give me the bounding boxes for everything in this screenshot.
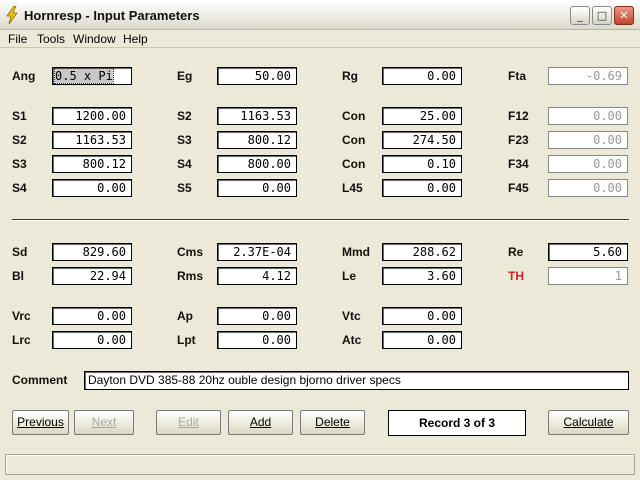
section-divider <box>12 219 629 221</box>
lpt-field[interactable]: 0.00 <box>217 331 297 349</box>
con1-field[interactable]: 25.00 <box>382 107 462 125</box>
s2b-label: S2 <box>12 133 27 147</box>
menu-help[interactable]: Help <box>123 32 148 46</box>
cms-label: Cms <box>177 245 204 259</box>
fta-field: -0.69 <box>548 67 628 85</box>
l45-field[interactable]: 0.00 <box>382 179 462 197</box>
s1-field[interactable]: 1200.00 <box>52 107 132 125</box>
f34-field: 0.00 <box>548 155 628 173</box>
con2-label: Con <box>342 133 366 147</box>
s4-field[interactable]: 800.00 <box>217 155 297 173</box>
rms-label: Rms <box>177 269 204 283</box>
s4b-field[interactable]: 0.00 <box>52 179 132 197</box>
th-label[interactable]: TH <box>508 269 524 283</box>
s3b-label: S3 <box>12 157 27 171</box>
le-field[interactable]: 3.60 <box>382 267 462 285</box>
comment-label: Comment <box>12 373 68 387</box>
add-button[interactable]: Add <box>228 410 293 435</box>
ap-field[interactable]: 0.00 <box>217 307 297 325</box>
s2-field[interactable]: 1163.53 <box>217 107 297 125</box>
sd-label: Sd <box>12 245 28 259</box>
menu-file[interactable]: File <box>8 32 27 46</box>
record-indicator: Record 3 of 3 <box>388 410 526 436</box>
bl-label: Bl <box>12 269 24 283</box>
rg-field[interactable]: 0.00 <box>382 67 462 85</box>
f45-label: F45 <box>508 181 529 195</box>
edit-button[interactable]: Edit <box>156 410 221 435</box>
cms-field[interactable]: 2.37E-04 <box>217 243 297 261</box>
vrc-field[interactable]: 0.00 <box>52 307 132 325</box>
vtc-field[interactable]: 0.00 <box>382 307 462 325</box>
rms-field[interactable]: 4.12 <box>217 267 297 285</box>
s2-label: S2 <box>177 109 192 123</box>
ang-value: 0.5 x Pi <box>54 68 114 84</box>
delete-button[interactable]: Delete <box>300 410 365 435</box>
s3-field[interactable]: 800.12 <box>217 131 297 149</box>
f23-field: 0.00 <box>548 131 628 149</box>
con3-field[interactable]: 0.10 <box>382 155 462 173</box>
lrc-field[interactable]: 0.00 <box>52 331 132 349</box>
s3-label: S3 <box>177 133 192 147</box>
f45-field: 0.00 <box>548 179 628 197</box>
close-button[interactable]: ✕ <box>614 6 634 25</box>
ap-label: Ap <box>177 309 193 323</box>
th-field: 1 <box>548 267 628 285</box>
previous-button[interactable]: Previous <box>12 410 69 435</box>
con1-label: Con <box>342 109 366 123</box>
con3-label: Con <box>342 157 366 171</box>
con2-field[interactable]: 274.50 <box>382 131 462 149</box>
re-label: Re <box>508 245 524 259</box>
f23-label: F23 <box>508 133 529 147</box>
s5-field[interactable]: 0.00 <box>217 179 297 197</box>
next-button[interactable]: Next <box>74 410 134 435</box>
l45-label: L45 <box>342 181 363 195</box>
calculate-button[interactable]: Calculate <box>548 410 629 435</box>
f12-field: 0.00 <box>548 107 628 125</box>
s1-label: S1 <box>12 109 27 123</box>
maximize-button[interactable]: □ <box>592 6 612 25</box>
bl-field[interactable]: 22.94 <box>52 267 132 285</box>
f12-label: F12 <box>508 109 529 123</box>
status-bar <box>5 454 635 475</box>
lrc-label: Lrc <box>12 333 31 347</box>
vtc-label: Vtc <box>342 309 361 323</box>
rg-label: Rg <box>342 69 358 83</box>
s4b-label: S4 <box>12 181 27 195</box>
atc-field[interactable]: 0.00 <box>382 331 462 349</box>
eg-label: Eg <box>177 69 193 83</box>
s4-label: S4 <box>177 157 192 171</box>
s5-label: S5 <box>177 181 192 195</box>
ang-label: Ang <box>12 69 36 83</box>
lpt-label: Lpt <box>177 333 196 347</box>
mmd-label: Mmd <box>342 245 370 259</box>
app-icon <box>6 6 18 24</box>
le-label: Le <box>342 269 357 283</box>
menu-window[interactable]: Window <box>73 32 116 46</box>
s2b-field[interactable]: 1163.53 <box>52 131 132 149</box>
menu-bar: File Tools Window Help <box>0 30 640 48</box>
ang-field[interactable]: 0.5 x Pi <box>52 67 132 85</box>
comment-field[interactable]: Dayton DVD 385-88 20hz ouble design bjor… <box>84 371 629 390</box>
mmd-field[interactable]: 288.62 <box>382 243 462 261</box>
re-field[interactable]: 5.60 <box>548 243 628 261</box>
title-bar[interactable]: Hornresp - Input Parameters _ □ ✕ <box>0 0 640 30</box>
menu-tools[interactable]: Tools <box>37 32 65 46</box>
s3b-field[interactable]: 800.12 <box>52 155 132 173</box>
fta-label: Fta <box>508 69 526 83</box>
eg-field[interactable]: 50.00 <box>217 67 297 85</box>
atc-label: Atc <box>342 333 362 347</box>
vrc-label: Vrc <box>12 309 31 323</box>
minimize-button[interactable]: _ <box>570 6 590 25</box>
f34-label: F34 <box>508 157 529 171</box>
sd-field[interactable]: 829.60 <box>52 243 132 261</box>
window-title: Hornresp - Input Parameters <box>24 8 200 23</box>
